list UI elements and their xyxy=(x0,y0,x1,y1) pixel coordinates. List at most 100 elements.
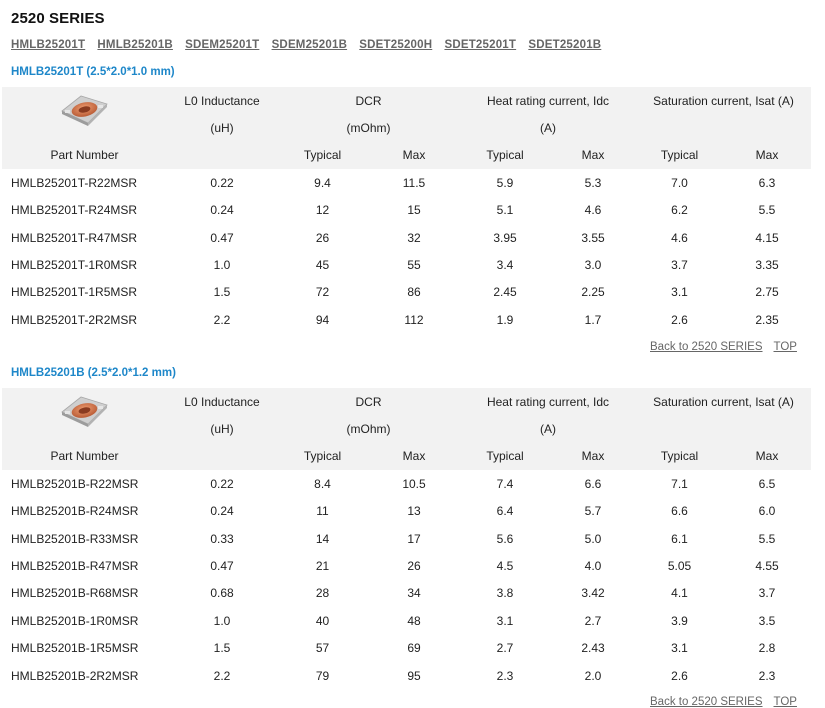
cell-isat-typical: 7.0 xyxy=(671,175,688,190)
cell-isat-max: 5.5 xyxy=(758,531,776,546)
nav-link-hmlb25201b[interactable]: HMLB25201B xyxy=(97,39,173,51)
nav-link-sdet25201t[interactable]: SDET25201T xyxy=(444,39,516,51)
header-sat-typical: Typical xyxy=(636,442,723,471)
spec-table: L0 Inductance DCR Heat rating current, Idc… xyxy=(2,87,812,334)
cell-idc-max: 5.3 xyxy=(584,175,602,190)
header-dcr-max: Max xyxy=(368,442,460,471)
cell-dcr-typical: 14 xyxy=(315,531,330,546)
table-row: HMLB25201B-2R2MSR 2.2 79 95 2.3 2.0 2.6 2.3 xyxy=(2,662,811,689)
cell-idc-max: 1.7 xyxy=(584,312,602,327)
cell-idc-typical: 2.7 xyxy=(496,641,514,656)
cell-idc-max: 6.6 xyxy=(584,476,602,491)
cell-idc-typical: 3.8 xyxy=(496,586,514,601)
cell-inductance: 0.22 xyxy=(210,175,234,190)
header-inductance-unit: (uH) xyxy=(167,114,277,142)
inductor-image xyxy=(61,396,108,427)
cell-idc-typical: 1.9 xyxy=(496,312,514,327)
header-dcr-typical: Typical xyxy=(277,141,368,170)
header-row: Part Number Typical Max Typical Max Typical Ma… xyxy=(2,442,812,471)
header-saturation-current: Saturation current, Isat (A) xyxy=(636,87,812,115)
cell-isat-typical: 3.1 xyxy=(671,641,688,656)
header-dcr: DCR xyxy=(277,87,460,115)
back-to-series-link[interactable]: Back to 2520 SERIES xyxy=(650,696,763,708)
header-heat-unit: (A) xyxy=(460,114,636,142)
cell-part-number: HMLB25201B-R24MSR xyxy=(11,504,139,519)
top-link[interactable]: TOP xyxy=(774,696,797,708)
cell-dcr-max: 86 xyxy=(407,285,421,300)
nav-link-sdet25201b[interactable]: SDET25201B xyxy=(528,39,601,51)
cell-isat-typical: 4.1 xyxy=(671,586,688,601)
cell-idc-max: 2.43 xyxy=(581,641,605,656)
nav-link-sdet25200h[interactable]: SDET25200H xyxy=(359,39,432,51)
cell-dcr-max: 34 xyxy=(407,586,421,601)
header-sat-max: Max xyxy=(723,442,812,471)
table-row: HMLB25201T-R22MSR 0.22 9.4 11.5 5.9 5.3 7.0 6.3 xyxy=(2,169,811,196)
cell-idc-typical: 7.4 xyxy=(496,476,514,491)
cell-isat-max: 3.7 xyxy=(758,586,776,601)
cell-inductance: 0.33 xyxy=(210,531,234,546)
cell-inductance: 0.22 xyxy=(210,476,234,491)
cell-dcr-max: 11.5 xyxy=(402,175,426,190)
cell-dcr-typical: 57 xyxy=(315,641,330,656)
header-heat-typical: Typical xyxy=(460,141,550,170)
cell-part-number: HMLB25201T-2R2MSR xyxy=(11,312,138,327)
cell-isat-typical: 6.2 xyxy=(671,203,688,218)
header-empty xyxy=(636,415,812,443)
header-row: L0 Inductance DCR Heat rating current, Idc… xyxy=(2,87,812,142)
cell-idc-typical: 3.95 xyxy=(493,230,517,245)
cell-inductance: 0.47 xyxy=(210,559,234,574)
header-heat-current: Heat rating current, Idc xyxy=(460,388,636,416)
cell-idc-max: 4.0 xyxy=(584,559,602,574)
header-sat-max: Max xyxy=(723,141,812,170)
top-link[interactable]: TOP xyxy=(774,341,797,353)
cell-isat-max: 2.8 xyxy=(758,641,776,656)
cell-idc-typical: 4.5 xyxy=(496,559,514,574)
cell-idc-max: 2.25 xyxy=(581,285,605,300)
back-to-series-link[interactable]: Back to 2520 SERIES xyxy=(650,341,763,353)
cell-dcr-typical: 72 xyxy=(315,285,330,300)
cell-idc-typical: 5.6 xyxy=(496,531,514,546)
cell-dcr-max: 112 xyxy=(404,312,424,327)
cell-part-number: HMLB25201B-1R5MSR xyxy=(11,641,139,656)
back-links: Back to 2520 SERIES TOP xyxy=(650,696,797,708)
cell-dcr-typical: 94 xyxy=(315,312,330,327)
cell-part-number: HMLB25201B-1R0MSR xyxy=(11,613,139,628)
header-dcr: DCR xyxy=(277,388,460,416)
nav-link-sdem25201t[interactable]: SDEM25201T xyxy=(185,39,259,51)
cell-isat-max: 3.35 xyxy=(755,258,779,273)
cell-isat-max: 4.15 xyxy=(755,230,779,245)
cell-dcr-max: 13 xyxy=(407,504,421,519)
cell-isat-max: 4.55 xyxy=(755,559,779,574)
cell-dcr-typical: 45 xyxy=(315,258,330,273)
cell-dcr-max: 17 xyxy=(407,531,421,546)
cell-idc-typical: 5.1 xyxy=(496,203,514,218)
table-row: HMLB25201B-R68MSR 0.68 28 34 3.8 3.42 4.1 3.7 xyxy=(2,580,811,607)
nav-link-hmlb25201t[interactable]: HMLB25201T xyxy=(11,39,85,51)
cell-inductance: 0.24 xyxy=(210,203,234,218)
cell-idc-typical: 2.45 xyxy=(493,285,517,300)
header-sat-typical: Typical xyxy=(636,141,723,170)
header-heat-current: Heat rating current, Idc xyxy=(460,87,636,115)
table-row: HMLB25201B-1R0MSR 1.0 40 48 3.1 2.7 3.9 3.5 xyxy=(2,607,811,634)
cell-part-number: HMLB25201T-R47MSR xyxy=(11,230,138,245)
back-links: Back to 2520 SERIES TOP xyxy=(650,341,797,353)
cell-part-number: HMLB25201B-R68MSR xyxy=(11,586,139,601)
table-row: HMLB25201B-R33MSR 0.33 14 17 5.6 5.0 6.1 5.5 xyxy=(2,525,811,552)
nav-link-sdem25201b[interactable]: SDEM25201B xyxy=(272,39,348,51)
cell-dcr-max: 32 xyxy=(407,230,421,245)
header-dcr-unit: (mOhm) xyxy=(277,114,460,142)
cell-dcr-typical: 21 xyxy=(315,559,330,574)
table-row: HMLB25201T-1R5MSR 1.5 72 86 2.45 2.25 3.1 2.75 xyxy=(2,279,811,306)
cell-isat-max: 5.5 xyxy=(758,203,776,218)
cell-isat-max: 2.3 xyxy=(758,668,776,683)
header-part-number: Part Number xyxy=(2,442,167,471)
section-title: HMLB25201B (2.5*2.0*1.2 mm) xyxy=(11,367,176,379)
header-inductance: L0 Inductance xyxy=(167,388,277,416)
cell-idc-max: 5.7 xyxy=(584,504,602,519)
cell-part-number: HMLB25201T-1R5MSR xyxy=(11,285,138,300)
cell-part-number: HMLB25201B-R33MSR xyxy=(11,531,139,546)
header-part-number: Part Number xyxy=(2,141,167,170)
table-row: HMLB25201T-2R2MSR 2.2 94 112 1.9 1.7 2.6 2.35 xyxy=(2,306,811,333)
cell-dcr-max: 48 xyxy=(407,613,421,628)
cell-idc-max: 2.7 xyxy=(584,613,602,628)
